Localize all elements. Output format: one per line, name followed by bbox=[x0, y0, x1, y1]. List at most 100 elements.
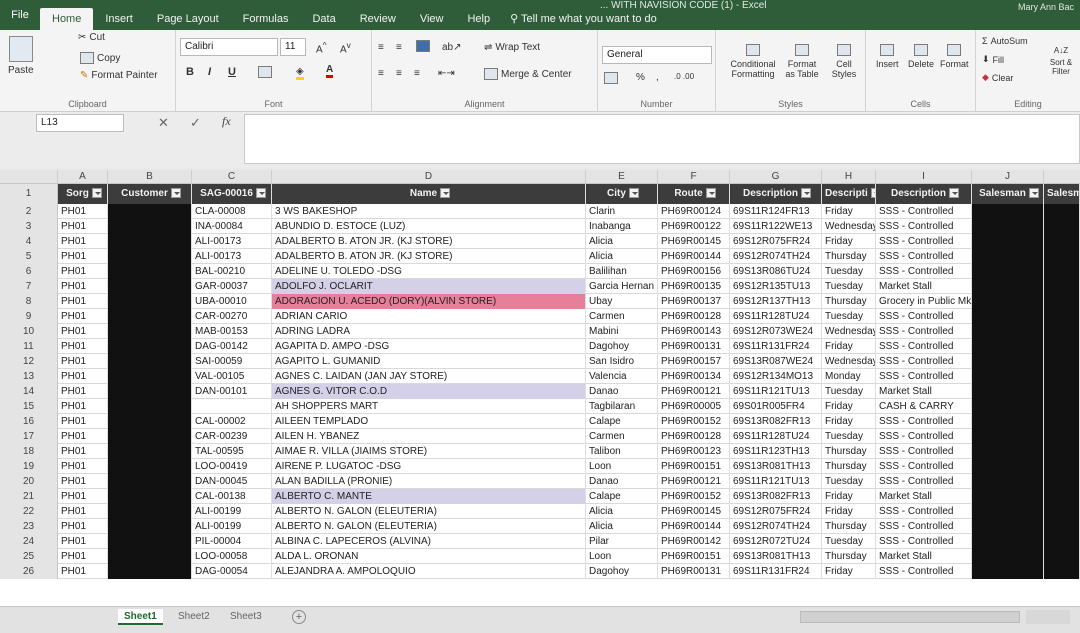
cell-h[interactable]: Thursday bbox=[822, 519, 876, 534]
cell-e[interactable]: Balilihan bbox=[586, 264, 658, 279]
column-header-e[interactable]: E bbox=[586, 170, 658, 184]
cell-i[interactable]: SSS - Controlled bbox=[876, 504, 972, 519]
row-number[interactable]: 2 bbox=[0, 204, 58, 219]
cell-c[interactable]: BAL-00210 bbox=[192, 264, 272, 279]
row-number[interactable]: 21 bbox=[0, 489, 58, 504]
cell-d[interactable]: ALBERTO N. GALON (ELEUTERIA) bbox=[272, 504, 586, 519]
cell-j[interactable] bbox=[972, 339, 1044, 354]
cell-e[interactable]: Dagohoy bbox=[586, 339, 658, 354]
font-color-button[interactable]: A bbox=[326, 64, 334, 78]
cell-a[interactable]: PH01 bbox=[58, 474, 108, 489]
underline-button[interactable]: U bbox=[228, 66, 236, 78]
enter-icon[interactable]: ✓ bbox=[190, 115, 201, 131]
cell-e[interactable]: Carmen bbox=[586, 429, 658, 444]
cell-e[interactable]: San Isidro bbox=[586, 354, 658, 369]
cell-h[interactable]: Tuesday bbox=[822, 474, 876, 489]
cell-g[interactable]: 69S13R087WE24 bbox=[730, 354, 822, 369]
cell-h[interactable]: Thursday bbox=[822, 249, 876, 264]
merge-center-button[interactable]: Merge & Center bbox=[484, 68, 572, 80]
cell-h[interactable]: Friday bbox=[822, 234, 876, 249]
cell-c[interactable]: DAN-00045 bbox=[192, 474, 272, 489]
cell-j[interactable] bbox=[972, 444, 1044, 459]
cell-e[interactable]: Carmen bbox=[586, 309, 658, 324]
cell-c[interactable]: CLA-00008 bbox=[192, 204, 272, 219]
cell-c[interactable]: DAG-00054 bbox=[192, 564, 272, 579]
cell-i[interactable]: SSS - Controlled bbox=[876, 234, 972, 249]
cell-j[interactable] bbox=[972, 549, 1044, 564]
cell-e[interactable]: Dagohoy bbox=[586, 564, 658, 579]
cell-c[interactable]: ALI-00173 bbox=[192, 234, 272, 249]
cell-i[interactable]: SSS - Controlled bbox=[876, 534, 972, 549]
cell-f[interactable]: PH69R00134 bbox=[658, 369, 730, 384]
cell-k[interactable] bbox=[1044, 429, 1080, 444]
cell-h[interactable]: Thursday bbox=[822, 444, 876, 459]
cell-g[interactable]: 69S13R081TH13 bbox=[730, 459, 822, 474]
cell-i[interactable]: SSS - Controlled bbox=[876, 414, 972, 429]
cell-d[interactable]: ADORACION U. ACEDO (DORY)(ALVIN STORE) bbox=[272, 294, 586, 309]
cell-i[interactable]: SSS - Controlled bbox=[876, 204, 972, 219]
cell-d[interactable]: AIMAE R. VILLA (JIAIMS STORE) bbox=[272, 444, 586, 459]
cell-a[interactable]: PH01 bbox=[58, 549, 108, 564]
cell-k[interactable] bbox=[1044, 489, 1080, 504]
cell-c[interactable]: UBA-00010 bbox=[192, 294, 272, 309]
cell-j[interactable] bbox=[972, 474, 1044, 489]
conditional-formatting-button[interactable]: Conditional Formatting bbox=[728, 44, 778, 79]
cell-b[interactable] bbox=[108, 279, 192, 294]
cell-d[interactable]: ALDA L. ORONAN bbox=[272, 549, 586, 564]
cell-j[interactable] bbox=[972, 564, 1044, 579]
cell-j[interactable] bbox=[972, 504, 1044, 519]
bold-button[interactable]: B bbox=[186, 66, 194, 78]
cell-c[interactable]: LOO-00419 bbox=[192, 459, 272, 474]
cell-c[interactable]: MAB-00153 bbox=[192, 324, 272, 339]
cell-h[interactable]: Thursday bbox=[822, 549, 876, 564]
cell-g[interactable]: 69S13R082FR13 bbox=[730, 489, 822, 504]
cell-a[interactable]: PH01 bbox=[58, 444, 108, 459]
cell-f[interactable]: PH69R00152 bbox=[658, 489, 730, 504]
wrap-text-button[interactable]: ⇌ Wrap Text bbox=[484, 42, 540, 53]
cell-f[interactable]: PH69R00157 bbox=[658, 354, 730, 369]
cell-f[interactable]: PH69R00151 bbox=[658, 549, 730, 564]
cell-j[interactable] bbox=[972, 309, 1044, 324]
filter-dropdown-icon[interactable] bbox=[440, 188, 451, 199]
cell-c[interactable]: TAL-00595 bbox=[192, 444, 272, 459]
align-right-button[interactable]: ≡ bbox=[414, 68, 420, 79]
cell-i[interactable]: SSS - Controlled bbox=[876, 474, 972, 489]
row-number[interactable]: 12 bbox=[0, 354, 58, 369]
format-cells-button[interactable]: Format bbox=[940, 44, 969, 69]
cell-a[interactable]: PH01 bbox=[58, 564, 108, 579]
cell-f[interactable]: PH69R00144 bbox=[658, 519, 730, 534]
tell-me-search[interactable]: ⚲ Tell me what you want to do bbox=[510, 8, 657, 30]
name-box[interactable]: L13 bbox=[36, 114, 124, 132]
orientation-button[interactable]: ab↗ bbox=[442, 42, 462, 53]
indent-button[interactable]: ⇤⇥ bbox=[438, 68, 455, 79]
filter-dropdown-icon[interactable] bbox=[1028, 188, 1039, 199]
cell-i[interactable]: Market Stall bbox=[876, 384, 972, 399]
cell-k[interactable] bbox=[1044, 219, 1080, 234]
cell-b[interactable] bbox=[108, 429, 192, 444]
cell-i[interactable]: SSS - Controlled bbox=[876, 429, 972, 444]
cell-j[interactable] bbox=[972, 369, 1044, 384]
cell-styles-button[interactable]: Cell Styles bbox=[826, 44, 862, 79]
row-number[interactable]: 18 bbox=[0, 444, 58, 459]
cell-e[interactable]: Inabanga bbox=[586, 219, 658, 234]
cell-i[interactable]: SSS - Controlled bbox=[876, 444, 972, 459]
horizontal-scrollbar[interactable] bbox=[800, 611, 1020, 623]
cell-i[interactable]: Market Stall bbox=[876, 489, 972, 504]
row-number[interactable]: 17 bbox=[0, 429, 58, 444]
cell-g[interactable]: 69S11R131FR24 bbox=[730, 339, 822, 354]
cell-g[interactable]: 69S13R082FR13 bbox=[730, 414, 822, 429]
cell-c[interactable]: SAI-00059 bbox=[192, 354, 272, 369]
cell-i[interactable]: Market Stall bbox=[876, 549, 972, 564]
cell-k[interactable] bbox=[1044, 249, 1080, 264]
cell-c[interactable]: DAG-00142 bbox=[192, 339, 272, 354]
column-header-i[interactable]: I bbox=[876, 170, 972, 184]
cell-k[interactable] bbox=[1044, 564, 1080, 579]
cell-j[interactable] bbox=[972, 204, 1044, 219]
cell-i[interactable]: SSS - Controlled bbox=[876, 459, 972, 474]
cell-d[interactable]: ADRING LADRA bbox=[272, 324, 586, 339]
italic-button[interactable]: I bbox=[208, 66, 211, 78]
cell-e[interactable]: Mabini bbox=[586, 324, 658, 339]
currency-button[interactable] bbox=[604, 72, 618, 84]
cell-d[interactable]: ADALBERTO B. ATON JR. (KJ STORE) bbox=[272, 249, 586, 264]
cell-a[interactable]: PH01 bbox=[58, 339, 108, 354]
